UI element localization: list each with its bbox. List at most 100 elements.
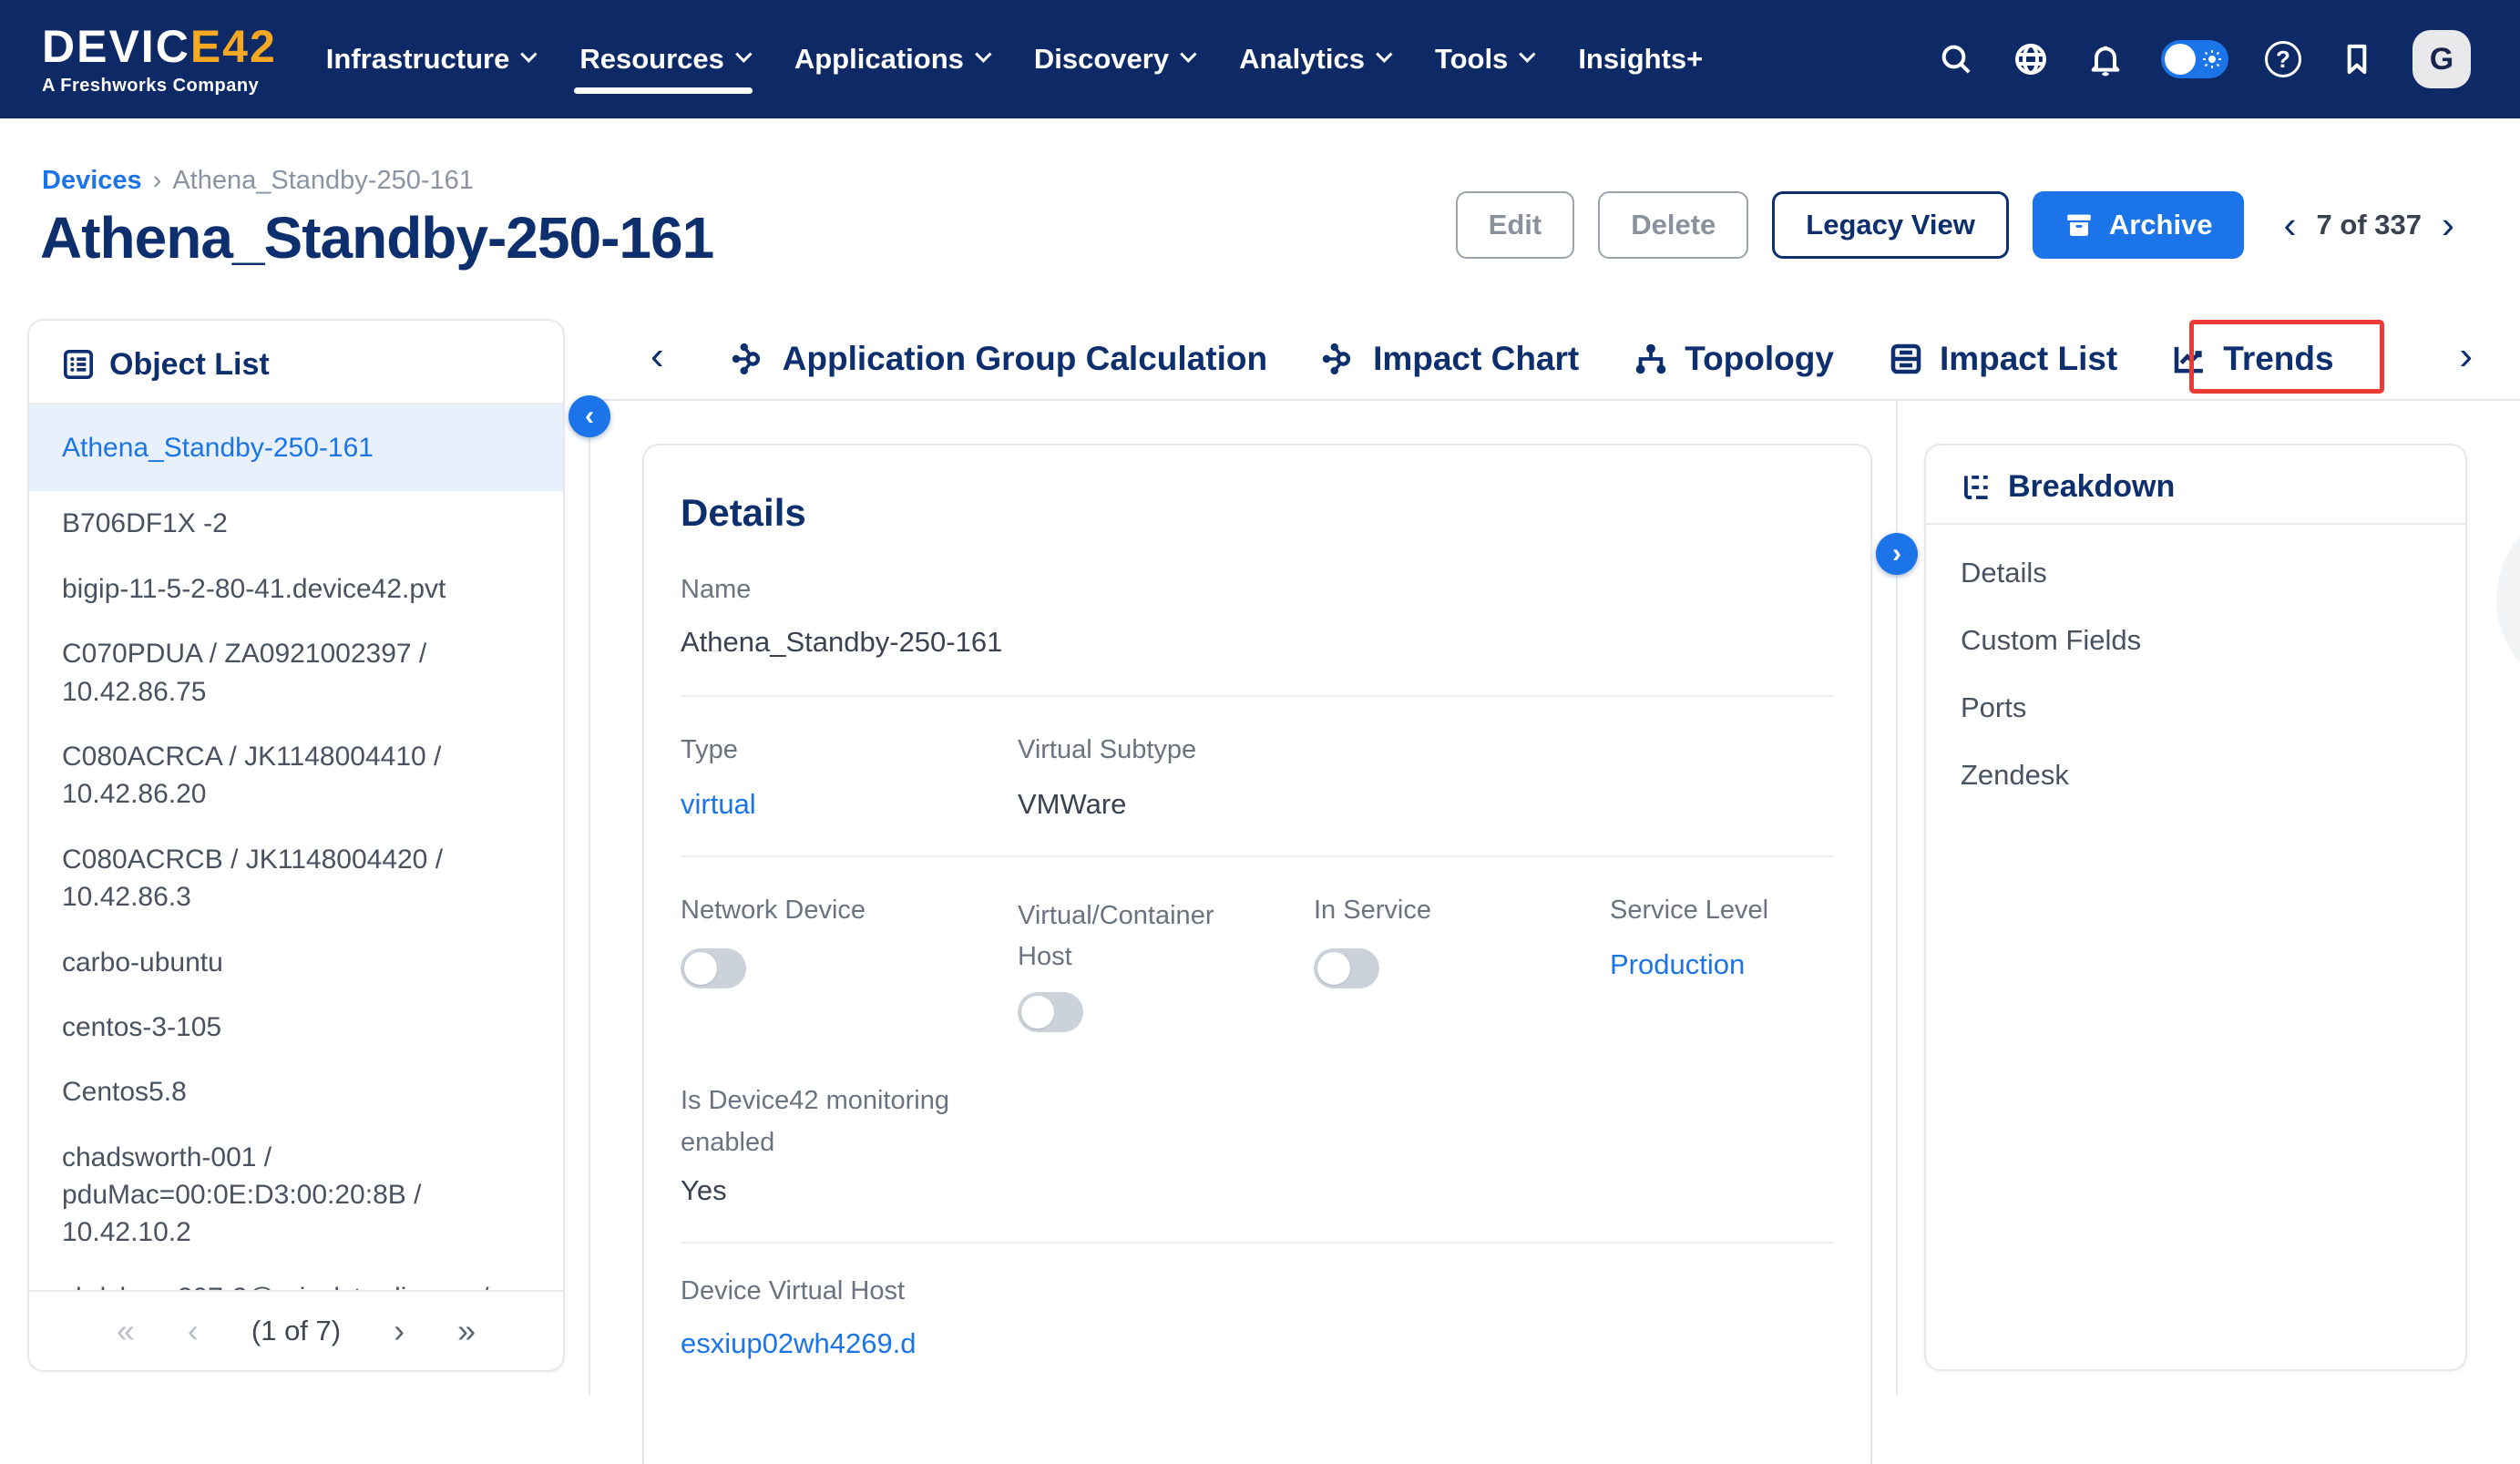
divider <box>681 695 1834 697</box>
details-heading: Details <box>681 491 1834 535</box>
nav-item-insights[interactable]: Insights+ <box>1578 0 1703 118</box>
delete-button[interactable]: Delete <box>1598 191 1748 259</box>
nav-item-applications[interactable]: Applications <box>794 0 987 118</box>
object-list-header: Object List <box>29 321 563 403</box>
nav-right-icons: ? G <box>1937 30 2471 88</box>
sitemap-icon <box>1632 340 1670 378</box>
top-nav: DEVICE42 A Freshworks Company Infrastruc… <box>0 0 2520 118</box>
nav-item-analytics[interactable]: Analytics <box>1239 0 1388 118</box>
object-list-items: Athena_Standby-250-161 B706DF1X -2 bigip… <box>29 404 563 1290</box>
breakdown-item-zendesk[interactable]: Zendesk <box>1926 742 2465 809</box>
nav-item-resources[interactable]: Resources <box>579 0 747 118</box>
service-level-label: Service Level <box>1610 896 1768 926</box>
sidebar-divider <box>589 401 590 1396</box>
object-list-pagination: « ‹ (1 of 7) › » <box>29 1290 563 1370</box>
tab-topology[interactable]: Topology <box>1632 340 1834 378</box>
network-device-toggle[interactable] <box>681 948 746 988</box>
device-virtual-host-link[interactable]: esxiup02wh4269.d <box>681 1327 1834 1360</box>
user-avatar[interactable]: G <box>2412 30 2471 88</box>
share-nodes-icon <box>730 340 768 378</box>
theme-toggle[interactable] <box>2161 40 2228 78</box>
list-item[interactable]: Athena_Standby-250-161 <box>29 404 563 491</box>
nav-item-infrastructure[interactable]: Infrastructure <box>326 0 533 118</box>
list-item[interactable]: centos-3-105 <box>29 995 563 1060</box>
detail-tabbar: ‹ Application Group Calculation Impact C… <box>590 319 2520 401</box>
nav-item-tools[interactable]: Tools <box>1435 0 1531 118</box>
prev-page-icon[interactable]: ‹ <box>188 1312 199 1350</box>
tab-impact-list[interactable]: Impact List <box>1887 340 2117 378</box>
device42-logo[interactable]: DEVICE42 A Freshworks Company <box>42 24 277 95</box>
toggle-knob-icon <box>2165 44 2196 75</box>
next-record-icon[interactable]: › <box>2442 206 2454 244</box>
list-item[interactable]: Centos5.8 <box>29 1060 563 1124</box>
monitoring-enabled-value: Yes <box>681 1174 1834 1207</box>
sun-icon <box>2201 48 2223 70</box>
in-service-label: In Service <box>1314 896 1431 926</box>
tab-impact-chart[interactable]: Impact Chart <box>1320 340 1579 378</box>
search-icon[interactable] <box>1937 40 1975 78</box>
chevron-down-icon <box>975 46 991 62</box>
next-page-icon[interactable]: › <box>394 1312 405 1350</box>
globe-icon[interactable] <box>2012 40 2050 78</box>
list-item[interactable]: bigip-11-5-2-80-41.device42.pvt <box>29 557 563 621</box>
action-buttons: Edit Delete Legacy View Archive ‹ 7 of 3… <box>1456 191 2454 259</box>
active-nav-underline <box>574 87 753 94</box>
type-label: Type <box>681 735 738 765</box>
prev-record-icon[interactable]: ‹ <box>2284 206 2297 244</box>
service-level-value-link[interactable]: Production <box>1610 948 1745 981</box>
bookmark-icon[interactable] <box>2338 40 2376 78</box>
tabs-scroll-right-icon[interactable]: › <box>2459 333 2473 384</box>
notifications-bell-icon[interactable] <box>2086 40 2125 78</box>
list-item[interactable]: C080ACRCB / JK1148004420 / 10.42.86.3 <box>29 827 563 930</box>
help-icon[interactable]: ? <box>2265 41 2301 77</box>
floating-widget-partial[interactable] <box>2496 503 2520 696</box>
breadcrumb-devices-link[interactable]: Devices <box>42 166 142 196</box>
list-item[interactable]: B706DF1X -2 <box>29 491 563 556</box>
logo-brand-accent: E42 <box>190 21 277 72</box>
tree-list-icon <box>1959 470 1993 505</box>
virtual-subtype-value: VMWare <box>1018 788 1126 821</box>
breakdown-item-ports[interactable]: Ports <box>1926 674 2465 742</box>
list-item[interactable]: C080ACRCA / JK1148004410 / 10.42.86.20 <box>29 724 563 827</box>
breakdown-item-details[interactable]: Details <box>1926 539 2465 607</box>
breakdown-title: Breakdown <box>2008 469 2175 505</box>
collapse-breakdown-button[interactable]: › <box>1876 533 1918 575</box>
legacy-view-button[interactable]: Legacy View <box>1772 191 2009 259</box>
in-service-toggle[interactable] <box>1314 948 1379 988</box>
logo-wordmark: DEVICE42 <box>42 24 277 69</box>
tabs-scroll-left-icon[interactable]: ‹ <box>650 333 664 384</box>
edit-button[interactable]: Edit <box>1456 191 1575 259</box>
name-value: Athena_Standby-250-161 <box>681 626 1834 659</box>
network-device-label: Network Device <box>681 896 866 926</box>
breakdown-item-custom-fields[interactable]: Custom Fields <box>1926 607 2465 674</box>
list-item[interactable]: carbo-ubuntu <box>29 930 563 995</box>
page-indicator: (1 of 7) <box>251 1315 341 1347</box>
list-item[interactable]: C070PDUA / ZA0921002397 / 10.42.86.75 <box>29 621 563 724</box>
share-nodes-icon <box>1320 340 1358 378</box>
virtual-subtype-label: Virtual Subtype <box>1018 735 1196 765</box>
collapse-object-list-button[interactable]: ‹ <box>569 395 610 437</box>
vc-host-label: Virtual/Container Host <box>1018 896 1245 978</box>
tab-application-group-calculation[interactable]: Application Group Calculation <box>730 340 1267 378</box>
tabs: Application Group Calculation Impact Cha… <box>730 340 2334 378</box>
chart-line-icon <box>2170 340 2208 378</box>
last-page-icon[interactable]: » <box>457 1312 476 1350</box>
logo-brand: DEVIC <box>42 21 190 72</box>
chevron-down-icon <box>520 46 537 62</box>
vc-host-toggle[interactable] <box>1018 992 1083 1032</box>
type-value-link[interactable]: virtual <box>681 788 756 821</box>
list-box-icon <box>1887 340 1925 378</box>
chevron-down-icon <box>1376 46 1392 62</box>
list-item[interactable]: chdvhvac207-2@priv.dvtrading.co / 2843 <box>29 1265 563 1290</box>
nav-item-discovery[interactable]: Discovery <box>1034 0 1192 118</box>
first-page-icon[interactable]: « <box>117 1312 135 1350</box>
breakdown-panel: Breakdown Details Custom Fields Ports Ze… <box>1924 444 2467 1371</box>
record-pager-label: 7 of 337 <box>2317 209 2422 241</box>
record-pager: ‹ 7 of 337 › <box>2284 206 2454 244</box>
archive-button[interactable]: Archive <box>2033 191 2244 259</box>
list-item[interactable]: chadsworth-001 / pduMac=00:0E:D3:00:20:8… <box>29 1125 563 1265</box>
chevron-down-icon <box>735 46 752 62</box>
logo-tagline: A Freshworks Company <box>42 77 277 95</box>
tab-trends[interactable]: Trends <box>2170 340 2333 378</box>
archive-box-icon <box>2064 210 2095 241</box>
